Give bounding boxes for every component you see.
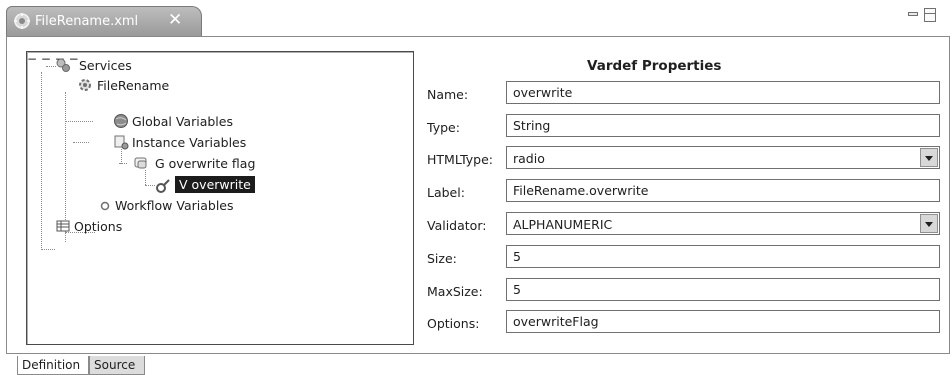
label-field[interactable] <box>506 179 940 202</box>
properties-title: Vardef Properties <box>587 58 722 74</box>
tree-connector <box>119 163 127 164</box>
tree-connector <box>65 121 93 122</box>
tab-source-label: Source <box>94 358 136 372</box>
tree-node-label: Services <box>79 58 132 73</box>
tree-node-label: Instance Variables <box>132 135 247 150</box>
editor-body: − Services − FileRename Global Variables… <box>6 36 950 354</box>
property-row-name: Name: <box>427 81 943 107</box>
group-icon <box>133 155 149 171</box>
htmltype-select[interactable]: radio <box>506 146 940 169</box>
tab-definition[interactable]: Definition <box>17 356 89 375</box>
minimize-icon[interactable] <box>908 12 918 16</box>
size-field[interactable] <box>506 245 940 268</box>
globe-icon <box>113 113 129 129</box>
collapse-toggle-filerename[interactable]: − <box>41 52 51 66</box>
name-label: Name: <box>427 87 469 102</box>
htmltype-label: HTMLType: <box>427 152 493 167</box>
tree-node-label: Options <box>74 219 123 234</box>
tree-node-label: FileRename <box>97 78 170 93</box>
collapse-toggle-services[interactable]: − <box>27 52 37 66</box>
maxsize-label: MaxSize: <box>427 284 483 299</box>
variable-icon <box>155 178 171 194</box>
name-field[interactable] <box>506 81 940 104</box>
window-controls <box>908 8 938 24</box>
tab-title: FileRename.xml <box>35 14 139 29</box>
property-row-maxsize: MaxSize: <box>427 278 943 304</box>
tree-node-label: Workflow Variables <box>115 198 234 213</box>
tree-node-label: Global Variables <box>132 114 233 129</box>
chevron-down-icon[interactable] <box>920 148 938 167</box>
type-field[interactable] <box>506 114 940 137</box>
tab-source[interactable]: Source <box>89 356 145 375</box>
size-label: Size: <box>427 251 457 266</box>
property-row-options: Options: <box>427 310 943 336</box>
gear-icon <box>77 77 93 93</box>
tree-connector <box>73 142 89 143</box>
tree-connector <box>41 249 55 250</box>
close-icon[interactable]: ✕ <box>168 10 182 30</box>
htmltype-value: radio <box>513 151 545 166</box>
property-row-type: Type: <box>427 114 943 140</box>
label-label: Label: <box>427 185 465 200</box>
validator-select[interactable]: ALPHANUMERIC <box>506 212 940 235</box>
options-label: Options: <box>427 316 480 331</box>
options-icon <box>55 218 71 234</box>
editor-tab-strip: FileRename.xml ✕ <box>0 0 952 38</box>
options-field[interactable] <box>506 310 940 333</box>
editor-tab-filerename[interactable]: FileRename.xml ✕ <box>6 6 202 36</box>
variables-icon <box>113 134 129 150</box>
tab-definition-label: Definition <box>22 358 81 372</box>
property-row-validator: Validator: ALPHANUMERIC <box>427 212 943 238</box>
property-row-label: Label: <box>427 179 943 205</box>
validator-value: ALPHANUMERIC <box>513 217 613 232</box>
chevron-down-icon[interactable] <box>920 214 938 233</box>
tree-connector <box>41 72 42 250</box>
tree-connector <box>145 170 146 185</box>
maximize-icon[interactable] <box>924 8 936 22</box>
tree-panel[interactable]: − Services − FileRename Global Variables… <box>26 51 414 345</box>
type-label: Type: <box>427 120 460 135</box>
maxsize-field[interactable] <box>506 278 940 301</box>
workflow-icon <box>97 198 113 214</box>
validator-label: Validator: <box>427 218 487 233</box>
property-row-size: Size: <box>427 245 943 271</box>
tree-node-label: V overwrite <box>175 176 255 193</box>
xml-file-icon <box>13 12 31 30</box>
services-icon <box>55 57 71 73</box>
tree-connector <box>145 185 155 186</box>
tree-connector <box>121 149 122 164</box>
property-row-htmltype: HTMLType: radio <box>427 146 943 172</box>
tree-node-label: G overwrite flag <box>155 156 256 171</box>
